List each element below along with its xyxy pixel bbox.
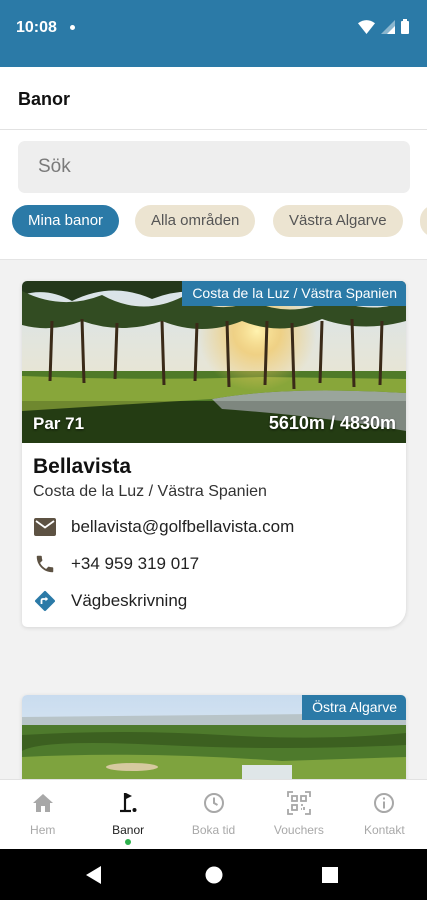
- nav-item-banor[interactable]: Banor: [85, 780, 170, 849]
- course-length: 5610m / 4830m: [268, 413, 396, 433]
- filter-chip-more[interactable]: [420, 205, 427, 237]
- wifi-icon: [358, 19, 375, 34]
- bottom-navigation: Hem Banor Boka tid Vouchers Kontakt: [0, 779, 427, 849]
- back-icon[interactable]: [86, 866, 101, 884]
- nav-label: Vouchers: [273, 823, 324, 837]
- nav-item-vouchers[interactable]: Vouchers: [256, 780, 341, 849]
- notification-dot-icon: [70, 25, 75, 30]
- course-card[interactable]: Costa de la Luz / Västra Spanien Par 71 …: [22, 281, 406, 627]
- nav-label: Boka tid: [191, 823, 236, 837]
- phone-row[interactable]: +34 959 319 017: [33, 552, 395, 576]
- card-body: Bellavista Costa de la Luz / Västra Span…: [22, 443, 406, 627]
- search-section: Mina banor Alla områden Västra Algarve: [0, 130, 427, 260]
- filter-chip-alla-omraden[interactable]: Alla områden: [135, 205, 256, 237]
- par-label: Par 71: [33, 414, 85, 433]
- nav-label: Banor: [112, 823, 145, 837]
- course-name: Bellavista: [33, 455, 132, 478]
- search-box[interactable]: [18, 141, 410, 193]
- phone-text: +34 959 319 017: [71, 554, 200, 573]
- filter-chips: Mina banor Alla områden Västra Algarve: [12, 205, 427, 239]
- system-navigation-bar: [0, 849, 427, 900]
- phone-icon: [33, 552, 57, 576]
- qr-code-icon: [286, 790, 312, 816]
- region-tag: Östra Algarve: [302, 695, 406, 720]
- directions-text: Vägbeskrivning: [71, 591, 188, 610]
- directions-icon: [33, 589, 57, 613]
- clock-icon: [201, 790, 227, 816]
- email-icon: [33, 515, 57, 539]
- active-indicator-dot: [125, 839, 132, 845]
- nav-item-hem[interactable]: Hem: [0, 780, 85, 849]
- app-bar: Banor: [0, 67, 427, 130]
- search-input[interactable]: [18, 141, 410, 193]
- filter-chip-vastra-algarve[interactable]: Västra Algarve: [273, 205, 403, 237]
- nav-label: Hem: [30, 823, 56, 837]
- status-bar: 10:08: [0, 0, 427, 67]
- nav-item-boka-tid[interactable]: Boka tid: [171, 780, 256, 849]
- golf-flag-icon: [115, 790, 141, 816]
- course-region: Costa de la Luz / Västra Spanien: [33, 483, 267, 500]
- home-button-icon[interactable]: [205, 866, 223, 884]
- signal-icon: [381, 19, 395, 34]
- course-image: Östra Algarve: [22, 695, 406, 785]
- battery-icon: [401, 19, 409, 34]
- course-image: Costa de la Luz / Västra Spanien Par 71 …: [22, 281, 406, 443]
- nav-label: Kontakt: [363, 823, 405, 837]
- region-tag: Costa de la Luz / Västra Spanien: [182, 281, 406, 306]
- info-icon: [371, 790, 397, 816]
- email-row[interactable]: bellavista@golfbellavista.com: [33, 515, 395, 539]
- filter-chip-mina-banor[interactable]: Mina banor: [12, 205, 120, 237]
- home-icon: [30, 790, 56, 816]
- email-text: bellavista@golfbellavista.com: [71, 517, 295, 536]
- status-icons: [358, 19, 409, 34]
- directions-row[interactable]: Vägbeskrivning: [33, 589, 395, 613]
- page-title: Banor: [18, 89, 71, 109]
- course-card[interactable]: Östra Algarve: [22, 695, 406, 785]
- nav-item-kontakt[interactable]: Kontakt: [342, 780, 427, 849]
- status-time: 10:08: [16, 19, 57, 36]
- recents-icon[interactable]: [322, 867, 338, 883]
